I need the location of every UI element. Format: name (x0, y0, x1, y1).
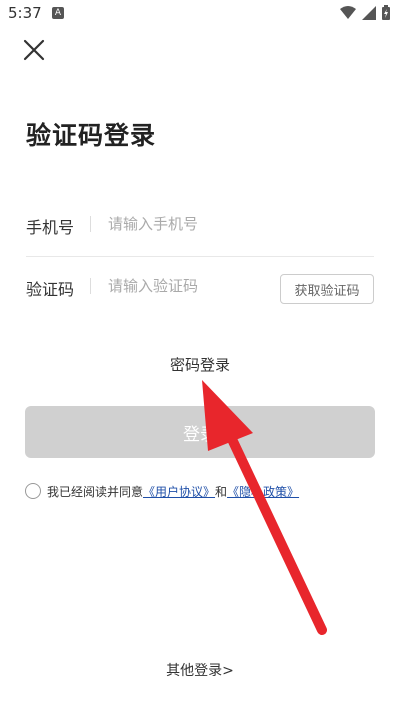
privacy-policy-link[interactable]: 《隐私政策》 (227, 483, 299, 500)
agreement-row: 我已经阅读并同意 《用户协议》 和 《隐私政策》 (25, 481, 299, 501)
agreement-checkbox[interactable] (25, 483, 41, 499)
notification-icon: A (52, 7, 64, 19)
get-code-button[interactable]: 获取验证码 (280, 274, 374, 304)
status-icons (340, 5, 390, 20)
user-agreement-link[interactable]: 《用户协议》 (143, 483, 215, 500)
phone-row: 手机号 (26, 196, 374, 257)
signal-icon (362, 5, 376, 20)
battery-icon (382, 5, 390, 20)
password-login-link[interactable]: 密码登录 (0, 354, 400, 375)
phone-separator (90, 216, 91, 232)
code-row: 验证码 获取验证码 (26, 258, 374, 318)
wifi-icon (340, 6, 356, 19)
other-login-link[interactable]: 其他登录> (0, 660, 400, 680)
agreement-conjunction: 和 (215, 484, 228, 499)
close-icon (23, 39, 45, 61)
close-button[interactable] (22, 38, 46, 62)
phone-input[interactable] (108, 210, 368, 238)
code-label: 验证码 (26, 280, 75, 299)
status-bar: 5:37 A (0, 0, 400, 28)
page-title: 验证码登录 (26, 121, 157, 150)
code-input[interactable] (108, 272, 268, 300)
login-button[interactable]: 登录 (25, 406, 375, 458)
agreement-prefix: 我已经阅读并同意 (47, 484, 144, 499)
code-separator (90, 278, 91, 294)
status-time: 5:37 (8, 4, 42, 22)
phone-label: 手机号 (26, 218, 75, 237)
